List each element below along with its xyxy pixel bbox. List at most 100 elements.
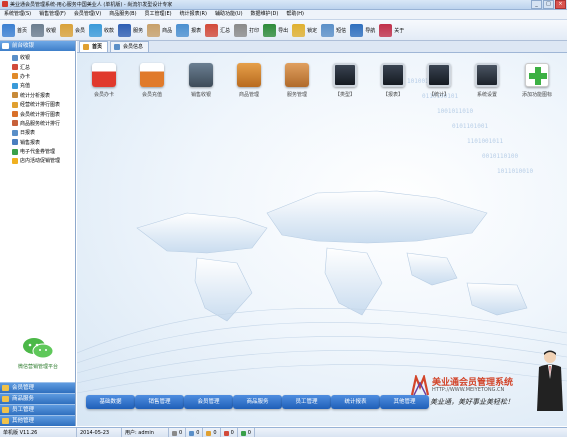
nav-item[interactable]: 商品服务统计排行 — [0, 119, 75, 128]
shortcut-label: 【统计】 — [428, 92, 449, 98]
toolbar-button-label: 商品 — [162, 27, 173, 34]
tab-label: 首页 — [92, 44, 103, 50]
window-controls: _ □ × — [531, 0, 566, 9]
cashier-icon — [2, 43, 9, 49]
shortcut-label: 添加功能图标 — [521, 92, 552, 98]
wechat-platform[interactable]: 微信营销管理平台 — [6, 337, 70, 370]
chart-icon — [12, 101, 18, 108]
menu-products[interactable]: 商品服务(B) — [105, 10, 140, 19]
brand-url: HTTP://WWW.MEIYETONG.CN — [432, 387, 505, 393]
menu-data[interactable]: 数据维护(D) — [247, 10, 283, 19]
menu-system[interactable]: 系统管理(S) — [0, 10, 35, 19]
tab-home[interactable]: 首页 — [79, 41, 109, 52]
toolbar-button[interactable]: 导航 — [348, 21, 377, 39]
shortcut-tile[interactable]: 商品管理 — [227, 63, 271, 98]
home-icon — [83, 44, 89, 50]
nav-tree: 收银 汇总办卡 充值 统计分析报表 经营统计排行图表 会员统计排行图表 商品服务统计排行 日报… — [0, 51, 75, 166]
menu-members[interactable]: 会员管理(V) — [70, 10, 105, 19]
sms-icon — [321, 23, 335, 37]
toolbar-button[interactable]: 汇总 — [203, 21, 232, 39]
category-employees[interactable]: 员工管理 — [0, 404, 75, 415]
nav-item[interactable]: 收银 — [0, 53, 75, 62]
svg-text:0101101001: 0101101001 — [452, 123, 489, 130]
star-icon — [12, 157, 18, 164]
sales-report-icon — [12, 139, 18, 146]
toolbar-button[interactable]: 会员 — [58, 21, 87, 39]
category-products[interactable]: 商品服务 — [0, 393, 75, 404]
toolbar-button[interactable]: 导出 — [261, 21, 290, 39]
shortcut-tile[interactable]: 添加功能图标 — [515, 63, 559, 98]
minimize-button[interactable]: _ — [531, 0, 542, 9]
module-button[interactable]: 销售管理 — [135, 395, 184, 409]
category-other[interactable]: 其他管理 — [0, 415, 75, 426]
toolbar-button[interactable]: 锁定 — [290, 21, 319, 39]
menu-tools[interactable]: 辅助功能(U) — [211, 10, 247, 19]
nav-item[interactable]: 销售报表 — [0, 138, 75, 147]
nav-item[interactable]: 统计分析报表 — [0, 91, 75, 100]
menu-bar: 系统管理(S) 销售管理(F) 会员管理(V) 商品服务(B) 员工管理(E) … — [0, 10, 567, 20]
module-button[interactable]: 其他管理 — [380, 395, 429, 409]
shortcut-tile[interactable]: 销售收银 — [179, 63, 223, 98]
nav-item[interactable]: 日报表 — [0, 128, 75, 137]
wechat-label: 微信营销管理平台 — [17, 364, 58, 370]
toolbar-button[interactable]: 报表 — [174, 21, 203, 39]
module-button[interactable]: 基础数据 — [86, 395, 135, 409]
module-button[interactable]: 会员管理 — [184, 395, 233, 409]
toolbar-button[interactable]: 服务 — [116, 21, 145, 39]
toolbar-button-label: 导出 — [278, 27, 289, 34]
nav-item[interactable]: 经营统计排行图表 — [0, 100, 75, 109]
shortcut-label: 会员办卡 — [93, 92, 114, 98]
panel-header[interactable]: 前台收银 — [0, 41, 75, 51]
toolbar-button[interactable]: 收银 — [29, 21, 58, 39]
status-count-5: 0 — [238, 428, 255, 437]
toolbar-button[interactable]: 首页 — [0, 21, 29, 39]
home-dashboard: 1010010101 0110100101 1001011010 0101101… — [77, 53, 567, 426]
toolbar-button[interactable]: 短信 — [319, 21, 348, 39]
nav-item[interactable]: 会员统计排行图表 — [0, 109, 75, 118]
nav-item[interactable]: 电子代金券管理 — [0, 147, 75, 156]
toolbar-button[interactable]: 关于 — [377, 21, 406, 39]
category-members[interactable]: 会员管理 — [0, 382, 75, 393]
shortcut-tile[interactable]: 【类型】 — [323, 63, 367, 98]
daily-report-icon — [12, 129, 18, 136]
nav-item[interactable]: 充值 — [0, 81, 75, 90]
module-button[interactable]: 统计报表 — [331, 395, 380, 409]
shortcut-tile[interactable]: 【报表】 — [371, 63, 415, 98]
toolbar-button-label: 汇总 — [220, 27, 231, 34]
toolbar-button[interactable]: 打印 — [232, 21, 261, 39]
module-button[interactable]: 商品服务 — [233, 395, 282, 409]
menu-sales[interactable]: 销售管理(F) — [35, 10, 70, 19]
shortcut-tile[interactable]: 系统设置 — [465, 63, 509, 98]
toolbar-button[interactable]: 收款 — [87, 21, 116, 39]
menu-employees[interactable]: 员工管理(E) — [141, 10, 176, 19]
version-label: 单机版 V11.26 — [0, 428, 77, 437]
maximize-button[interactable]: □ — [543, 0, 554, 9]
tab-member-info[interactable]: 会员信息 — [110, 41, 150, 52]
module-button[interactable]: 员工管理 — [282, 395, 331, 409]
add-icon — [525, 63, 549, 87]
menu-help[interactable]: 帮助(H) — [282, 10, 308, 19]
toolbar-button[interactable]: 商品 — [145, 21, 174, 39]
cash-register-icon — [189, 63, 213, 87]
toolbar-button-label: 收款 — [104, 27, 115, 34]
shortcut-tile[interactable]: 会员办卡 — [82, 63, 126, 98]
nav-item-label: 办卡 — [20, 73, 31, 80]
status-count-3: 0 — [203, 428, 221, 437]
payment-icon — [89, 23, 103, 37]
tab-strip: 首页 会员信息 — [77, 41, 567, 53]
user-label: 用户: admin — [122, 428, 169, 437]
shortcut-tile[interactable]: 会员充值 — [130, 63, 174, 98]
close-button[interactable]: × — [555, 0, 566, 9]
member-icon — [189, 430, 195, 436]
shortcut-label: 会员充值 — [141, 92, 162, 98]
nav-item[interactable]: 汇总 — [0, 62, 75, 71]
folder-icon — [2, 418, 9, 424]
wechat-icon — [21, 337, 55, 359]
menu-reports[interactable]: 统计报表(R) — [176, 10, 211, 19]
status-count-4: 0 — [221, 428, 238, 437]
nav-item[interactable]: 办卡 — [0, 72, 75, 81]
shortcut-tile[interactable]: 【统计】 — [417, 63, 461, 98]
calendar-card-icon — [92, 63, 116, 87]
shortcut-tile[interactable]: 服务管理 — [275, 63, 319, 98]
nav-item[interactable]: 店内活动促销管理 — [0, 156, 75, 165]
